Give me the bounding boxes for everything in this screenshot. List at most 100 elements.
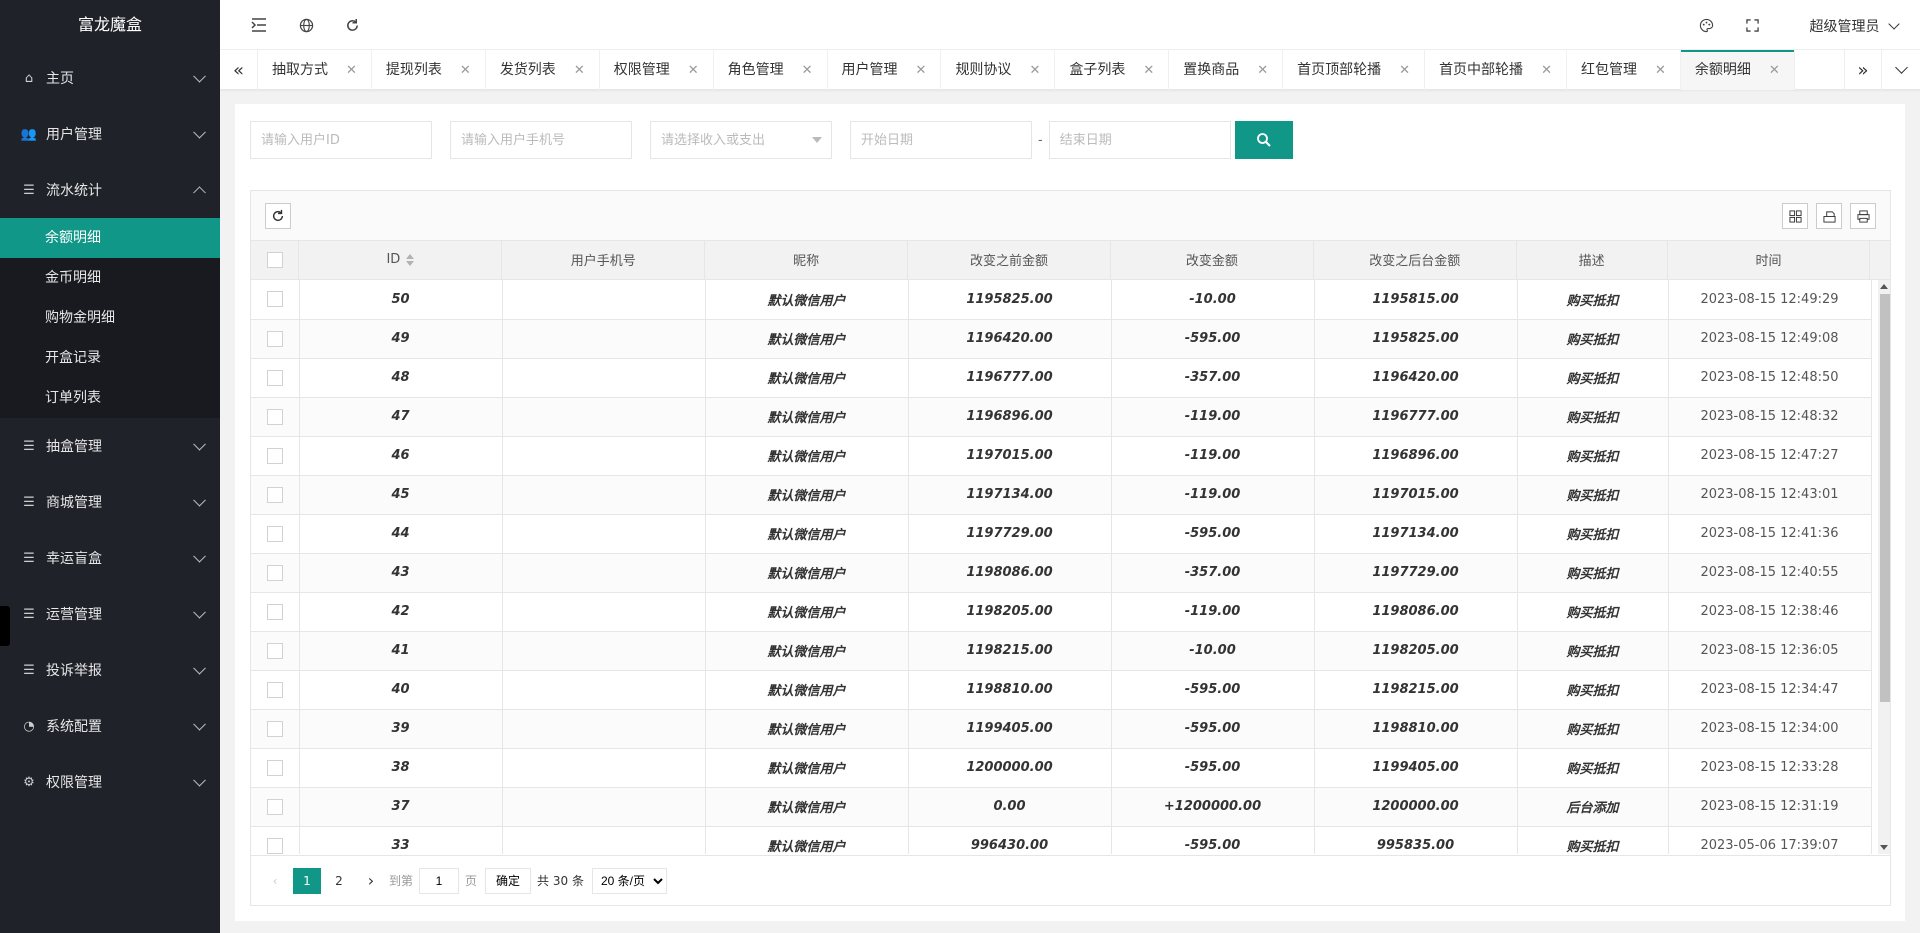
close-icon[interactable]: ✕	[1769, 63, 1780, 78]
close-icon[interactable]: ✕	[916, 63, 927, 78]
globe-icon[interactable]	[295, 14, 317, 36]
sort-icon[interactable]	[406, 253, 415, 266]
tabs-dropdown-icon[interactable]	[1882, 50, 1920, 90]
sidebar-item-4[interactable]: ☰ 商城管理	[0, 474, 220, 530]
table-row[interactable]: 38 默认微信用户 1200000.00 -595.00 1199405.00 购买抵扣 2…	[251, 748, 1872, 788]
theme-icon[interactable]	[1695, 14, 1717, 36]
sidebar-item-3[interactable]: ☰ 抽盒管理	[0, 418, 220, 474]
table-row[interactable]: 42 默认微信用户 1198205.00 -119.00 1198086.00 购买抵扣 2…	[251, 592, 1872, 632]
tab-3[interactable]: 权限管理 ✕	[600, 50, 714, 90]
sidebar-item-2[interactable]: ☰ 流水统计	[0, 162, 220, 218]
table-row[interactable]: 46 默认微信用户 1197015.00 -119.00 1196896.00 购买抵扣 2…	[251, 436, 1872, 476]
scroll-down-icon[interactable]	[1880, 845, 1888, 850]
close-icon[interactable]: ✕	[1257, 63, 1268, 78]
col-id[interactable]: ID	[298, 241, 503, 280]
table-row[interactable]: 49 默认微信用户 1196420.00 -595.00 1195825.00 购买抵扣 2…	[251, 319, 1872, 359]
row-checkbox[interactable]	[266, 681, 283, 698]
search-button[interactable]	[1234, 121, 1293, 159]
row-checkbox[interactable]	[266, 798, 283, 815]
sidebar-subitem-4[interactable]: 订单列表	[0, 378, 220, 418]
menu-toggle-icon[interactable]	[248, 14, 270, 36]
refresh-icon[interactable]	[341, 14, 363, 36]
reload-icon[interactable]	[265, 203, 291, 229]
tab-9[interactable]: 首页顶部轮播 ✕	[1283, 50, 1426, 90]
page-1[interactable]: 1	[293, 867, 321, 894]
user-id-input[interactable]	[250, 121, 432, 159]
close-icon[interactable]: ✕	[1029, 63, 1040, 78]
sidebar-item-1[interactable]: 👥 用户管理	[0, 106, 220, 162]
goto-page-input[interactable]	[419, 867, 460, 894]
sidebar-subitem-2[interactable]: 购物金明细	[0, 298, 220, 338]
row-checkbox[interactable]	[266, 759, 283, 776]
row-checkbox[interactable]	[266, 837, 283, 854]
row-checkbox[interactable]	[266, 369, 283, 386]
sidebar-subitem-0[interactable]: 余额明细	[0, 218, 220, 258]
tab-11[interactable]: 红包管理 ✕	[1567, 50, 1681, 90]
sidebar-item-0[interactable]: ⌂ 主页	[0, 50, 220, 106]
columns-icon[interactable]	[1782, 203, 1808, 229]
tab-4[interactable]: 角色管理 ✕	[714, 50, 828, 90]
tabs-scroll-left-icon[interactable]: «	[220, 50, 258, 90]
sidebar-item-6[interactable]: ☰ 运营管理	[0, 586, 220, 642]
start-date-input[interactable]	[850, 121, 1032, 159]
sidebar-item-5[interactable]: ☰ 幸运盲盒	[0, 530, 220, 586]
table-row[interactable]: 39 默认微信用户 1199405.00 -595.00 1198810.00 购买抵扣 2…	[251, 709, 1872, 749]
close-icon[interactable]: ✕	[802, 63, 813, 78]
tab-7[interactable]: 盒子列表 ✕	[1055, 50, 1170, 90]
close-icon[interactable]: ✕	[346, 63, 357, 78]
goto-confirm-button[interactable]: 确定	[485, 867, 532, 894]
export-icon[interactable]	[1816, 203, 1842, 229]
row-checkbox[interactable]	[266, 642, 283, 659]
next-page-icon[interactable]: ›	[357, 868, 385, 894]
prev-page-icon[interactable]: ‹	[261, 868, 289, 894]
row-checkbox[interactable]	[266, 330, 283, 347]
select-all-checkbox[interactable]	[266, 251, 283, 268]
row-checkbox[interactable]	[266, 486, 283, 503]
table-row[interactable]: 48 默认微信用户 1196777.00 -357.00 1196420.00 购买抵扣 2…	[251, 358, 1872, 398]
table-row[interactable]: 40 默认微信用户 1198810.00 -595.00 1198215.00 购买抵扣 2…	[251, 670, 1872, 710]
side-toggle-handle[interactable]	[0, 606, 10, 646]
row-checkbox[interactable]	[266, 408, 283, 425]
table-row[interactable]: 41 默认微信用户 1198215.00 -10.00 1198205.00 购买抵扣 20…	[251, 631, 1872, 671]
per-page-select[interactable]: 20 条/页	[591, 867, 667, 894]
close-icon[interactable]: ✕	[1143, 63, 1154, 78]
app-logo[interactable]: 富龙魔盒	[0, 0, 220, 50]
tab-6[interactable]: 规则协议 ✕	[941, 50, 1056, 90]
tab-1[interactable]: 提现列表 ✕	[372, 50, 486, 90]
phone-input[interactable]	[450, 121, 632, 159]
sidebar-subitem-1[interactable]: 金币明细	[0, 258, 220, 298]
close-icon[interactable]: ✕	[1655, 63, 1666, 78]
tab-8[interactable]: 置换商品 ✕	[1169, 50, 1284, 90]
sidebar-subitem-3[interactable]: 开盒记录	[0, 338, 220, 378]
row-checkbox[interactable]	[266, 447, 283, 464]
table-row[interactable]: 43 默认微信用户 1198086.00 -357.00 1197729.00 购买抵扣 2…	[251, 553, 1872, 593]
table-row[interactable]: 37 默认微信用户 0.00 +1200000.00 1200000.00 后台添加 202…	[251, 787, 1872, 827]
income-type-select[interactable]	[650, 121, 832, 159]
page-2[interactable]: 2	[325, 868, 353, 894]
end-date-input[interactable]	[1048, 121, 1231, 159]
table-row[interactable]: 50 默认微信用户 1195825.00 -10.00 1195815.00 购买抵扣 20…	[251, 280, 1872, 320]
close-icon[interactable]: ✕	[688, 63, 699, 78]
close-icon[interactable]: ✕	[1399, 63, 1410, 78]
scrollbar-thumb[interactable]	[1880, 294, 1890, 702]
fullscreen-icon[interactable]	[1741, 14, 1763, 36]
tab-2[interactable]: 发货列表 ✕	[486, 50, 600, 90]
close-icon[interactable]: ✕	[1541, 63, 1552, 78]
sidebar-item-8[interactable]: ◔ 系统配置	[0, 698, 220, 754]
row-checkbox[interactable]	[266, 564, 283, 581]
close-icon[interactable]: ✕	[574, 63, 585, 78]
tabs-scroll-right-icon[interactable]: »	[1844, 50, 1882, 90]
row-checkbox[interactable]	[266, 603, 283, 620]
row-checkbox[interactable]	[266, 720, 283, 737]
row-checkbox[interactable]	[266, 525, 283, 542]
tab-12[interactable]: 余额明细 ✕	[1680, 50, 1795, 90]
tab-10[interactable]: 首页中部轮播 ✕	[1425, 50, 1567, 90]
table-row[interactable]: 33 默认微信用户 996430.00 -595.00 995835.00 购买抵扣 202…	[251, 826, 1872, 854]
table-row[interactable]: 45 默认微信用户 1197134.00 -119.00 1197015.00 购买抵扣 2…	[251, 475, 1872, 515]
close-icon[interactable]: ✕	[460, 63, 471, 78]
print-icon[interactable]	[1850, 203, 1876, 229]
sidebar-item-9[interactable]: ⚙ 权限管理	[0, 754, 220, 810]
tab-5[interactable]: 用户管理 ✕	[828, 50, 942, 90]
table-row[interactable]: 47 默认微信用户 1196896.00 -119.00 1196777.00 购买抵扣 2…	[251, 397, 1872, 437]
sidebar-item-7[interactable]: ☰ 投诉举报	[0, 642, 220, 698]
